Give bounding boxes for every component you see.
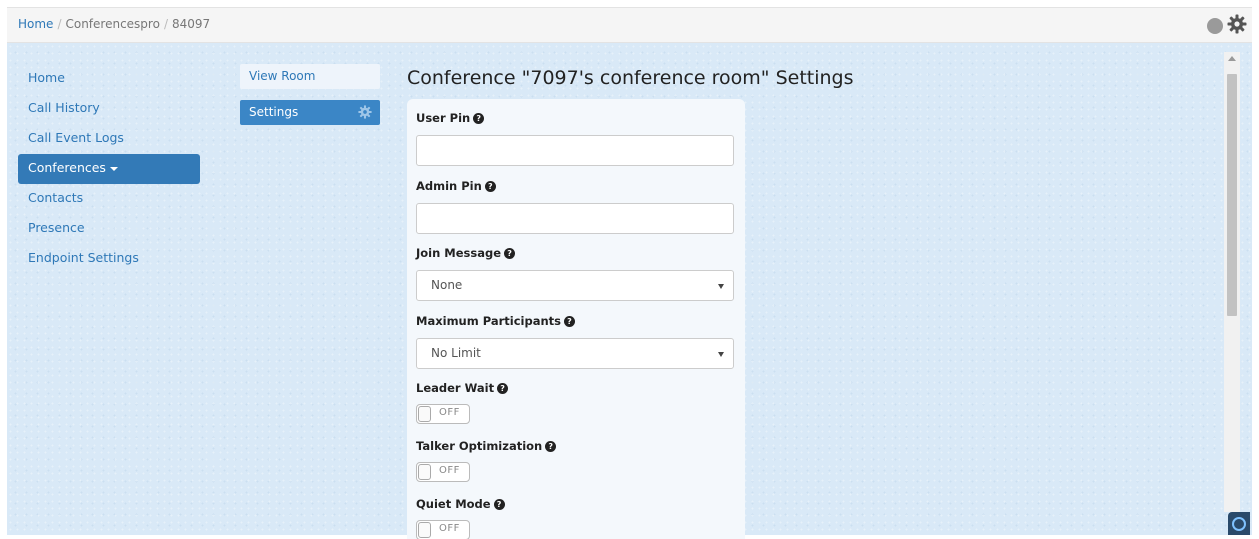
help-icon[interactable]: ? [473,113,485,124]
nav-item-contacts[interactable]: Contacts [18,184,200,214]
toggle-knob [418,406,431,422]
leader-wait-label: Leader Wait? [416,380,734,396]
toggle-knob [418,522,431,538]
dropdown-arrow-icon [718,284,724,289]
help-icon[interactable]: ? [564,316,575,327]
breadcrumb-section[interactable]: Conferencespro [65,17,159,31]
support-icon [1232,517,1246,531]
nav-item-conferences[interactable]: Conferences [18,154,200,184]
join-message-label-text: Join Message [416,246,502,260]
top-bar: Home / Conferencespro/84097 [7,7,1252,43]
breadcrumb-separator: / [163,17,168,31]
join-message-label: Join Message? [416,245,734,261]
gear-icon [358,105,372,119]
caret-down-icon [109,166,118,171]
settings-tab[interactable]: Settings [240,100,380,125]
main-area: Home Call History Call Event Logs Confer… [7,43,1252,539]
settings-tab-label: Settings [249,105,299,119]
settings-panel: User Pin? Admin Pin? Join Message? None … [407,99,745,539]
nav-item-home[interactable]: Home [18,64,200,94]
remote-support-widget[interactable] [1228,512,1250,535]
user-pin-label: User Pin? [416,110,734,126]
quiet-mode-label: Quiet Mode? [416,496,734,512]
help-icon[interactable]: ? [545,441,557,452]
max-participants-group: Maximum Participants? No Limit [416,313,734,369]
breadcrumb: Home / Conferencespro/84097 [18,17,210,31]
join-message-value: None [431,278,463,292]
nav-item-call-history[interactable]: Call History [18,94,200,124]
status-indicator[interactable] [1207,18,1223,34]
talker-optimization-label-text: Talker Optimization [416,439,543,453]
breadcrumb-current: 84097 [171,17,211,31]
left-nav: Home Call History Call Event Logs Confer… [18,64,200,274]
max-participants-label: Maximum Participants? [416,313,734,329]
room-nav: View Room Settings [240,64,380,125]
quiet-mode-label-text: Quiet Mode [416,497,491,511]
max-participants-value: No Limit [431,346,481,360]
talker-optimization-label: Talker Optimization? [416,438,734,454]
user-pin-label-text: User Pin [416,111,471,125]
help-icon[interactable]: ? [497,383,509,394]
talker-optimization-state: OFF [439,465,460,476]
breadcrumb-separator: / [57,17,62,31]
admin-pin-label-text: Admin Pin [416,179,482,193]
quiet-mode-group: Quiet Mode? OFF [416,496,734,539]
admin-pin-input[interactable] [416,203,734,234]
join-message-group: Join Message? None [416,245,734,301]
talker-optimization-toggle[interactable]: OFF [416,462,470,482]
admin-pin-label: Admin Pin? [416,178,734,194]
max-participants-label-text: Maximum Participants [416,314,561,328]
toggle-knob [418,464,431,480]
help-icon[interactable]: ? [504,248,516,259]
talker-optimization-group: Talker Optimization? OFF [416,438,734,482]
help-icon[interactable]: ? [493,499,505,510]
dropdown-arrow-icon [718,352,724,357]
max-participants-select[interactable]: No Limit [416,338,734,369]
gear-icon[interactable] [1227,14,1247,34]
help-icon[interactable]: ? [484,181,496,192]
breadcrumb-home-link[interactable]: Home [18,17,53,31]
nav-item-presence[interactable]: Presence [18,214,200,244]
nav-item-call-event-logs[interactable]: Call Event Logs [18,124,200,154]
quiet-mode-toggle[interactable]: OFF [416,520,470,539]
leader-wait-group: Leader Wait? OFF [416,380,734,424]
leader-wait-label-text: Leader Wait [416,381,495,395]
quiet-mode-state: OFF [439,523,460,534]
admin-pin-group: Admin Pin? [416,178,734,234]
nav-item-endpoint-settings[interactable]: Endpoint Settings [18,244,200,274]
join-message-select[interactable]: None [416,270,734,301]
user-pin-group: User Pin? [416,110,734,166]
scroll-up-arrow-icon[interactable] [1228,56,1236,61]
page-title: Conference "7097's conference room" Sett… [407,67,854,89]
leader-wait-state: OFF [439,407,460,418]
scroll-thumb[interactable] [1227,74,1237,316]
view-room-button[interactable]: View Room [240,64,380,89]
leader-wait-toggle[interactable]: OFF [416,404,470,424]
nav-item-conferences-label: Conferences [28,160,106,175]
user-pin-input[interactable] [416,135,734,166]
vertical-scrollbar[interactable] [1224,52,1240,512]
